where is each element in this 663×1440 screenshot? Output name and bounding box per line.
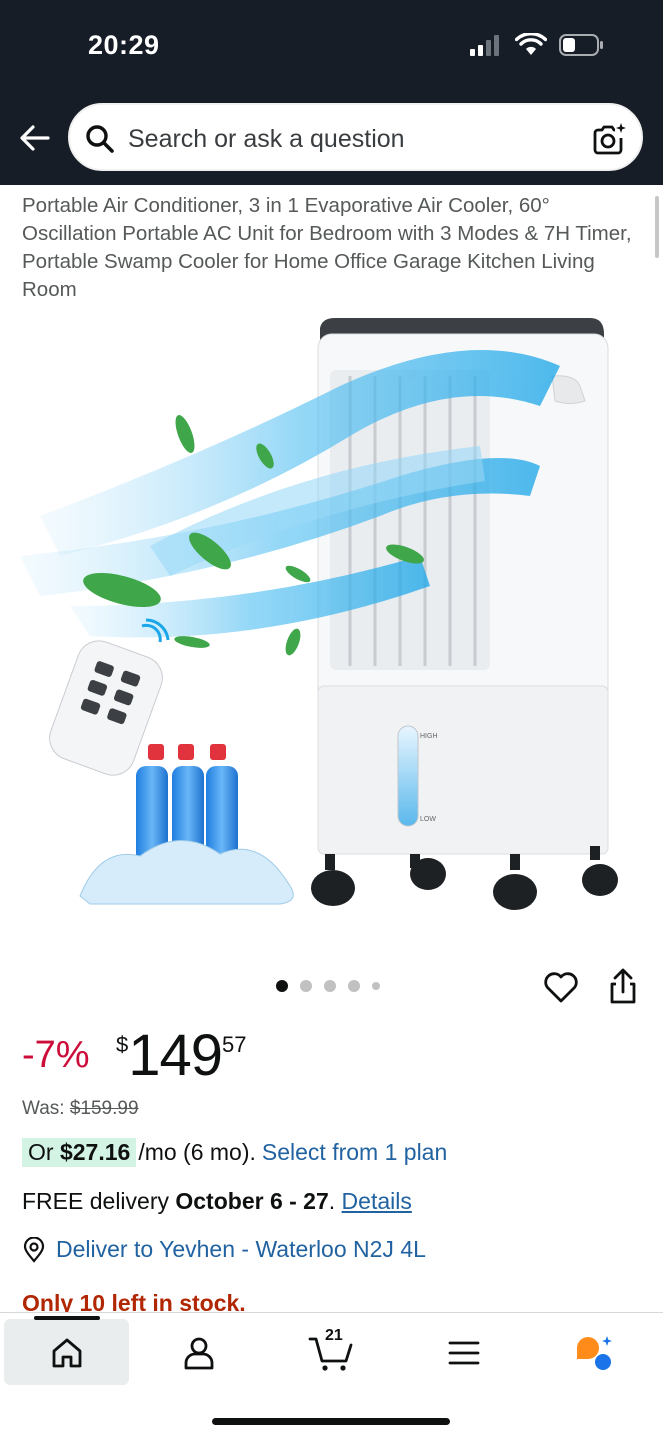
share-icon[interactable] (604, 966, 642, 1006)
price-fraction: 57 (222, 1032, 247, 1057)
back-arrow-icon[interactable] (14, 117, 56, 159)
plan-prefix: Or (28, 1139, 60, 1165)
carousel-dot[interactable] (324, 980, 336, 992)
search-placeholder: Search or ask a question (128, 125, 405, 153)
currency-symbol: $ (116, 1032, 129, 1057)
search-icon (86, 125, 114, 153)
was-price: Was: $159.99 (22, 1098, 139, 1120)
heart-icon[interactable] (542, 968, 580, 1006)
discount-percent: -7% (22, 1034, 90, 1076)
image-carousel-dots[interactable] (276, 980, 380, 992)
carousel-dot[interactable] (348, 980, 360, 992)
home-indicator (212, 1418, 450, 1425)
was-label: Was: (22, 1098, 70, 1119)
select-plan-link[interactable]: Select from 1 plan (262, 1139, 447, 1166)
carousel-dot[interactable] (276, 980, 288, 992)
delivery-details-link[interactable]: Details (342, 1188, 412, 1214)
scrollbar (655, 196, 659, 258)
battery-icon (559, 34, 603, 56)
status-time: 20:29 (88, 30, 160, 60)
status-icons (469, 33, 605, 57)
search-input[interactable]: Search or ask a question (68, 103, 643, 171)
was-price-value: $159.99 (69, 1098, 139, 1119)
plan-highlight: Or $27.16 (22, 1138, 137, 1167)
cart-button[interactable]: 21 (308, 1325, 356, 1373)
product-image[interactable]: HIGH LOW (0, 306, 663, 946)
carousel-dot[interactable] (300, 980, 312, 992)
delivery-info: FREE delivery October 6 - 27. Details (22, 1188, 412, 1215)
delivery-prefix: FREE delivery (22, 1188, 176, 1214)
location-pin-icon (23, 1236, 45, 1263)
delivery-dates: October 6 - 27 (175, 1188, 329, 1214)
wifi-icon (515, 33, 547, 55)
product-title[interactable]: Portable Air Conditioner, 3 in 1 Evapora… (22, 192, 647, 304)
deliver-to-link[interactable]: Deliver to Yevhen - Waterloo N2J 4L (22, 1236, 426, 1263)
cellular-icon (470, 35, 499, 56)
nav-active-indicator (34, 1316, 100, 1320)
price: $ 149 57 (116, 1026, 247, 1086)
tank-high-label: HIGH (420, 733, 438, 740)
menu-icon[interactable] (444, 1333, 484, 1373)
search-row: Search or ask a question (0, 103, 663, 171)
delivery-dot: . (328, 1188, 342, 1214)
camera-search-icon[interactable] (591, 121, 627, 157)
cart-count: 21 (325, 1327, 343, 1344)
plan-suffix: /mo (6 mo). (138, 1139, 256, 1165)
price-whole: 149 (128, 1023, 223, 1088)
plan-amount: $27.16 (59, 1139, 131, 1165)
home-icon[interactable] (47, 1333, 87, 1373)
rufus-icon[interactable] (574, 1333, 614, 1373)
deliver-to-text: Deliver to Yevhen - Waterloo N2J 4L (56, 1236, 426, 1262)
carousel-dot[interactable] (372, 982, 380, 990)
account-icon[interactable] (179, 1333, 219, 1373)
tank-low-label: LOW (420, 816, 436, 823)
payment-plan: Or $27.16 /mo (6 mo). Select from 1 plan (22, 1138, 447, 1167)
stock-status: Only 10 left in stock. (22, 1290, 246, 1312)
app-header: 20:29 Search or ask a question (0, 0, 663, 185)
